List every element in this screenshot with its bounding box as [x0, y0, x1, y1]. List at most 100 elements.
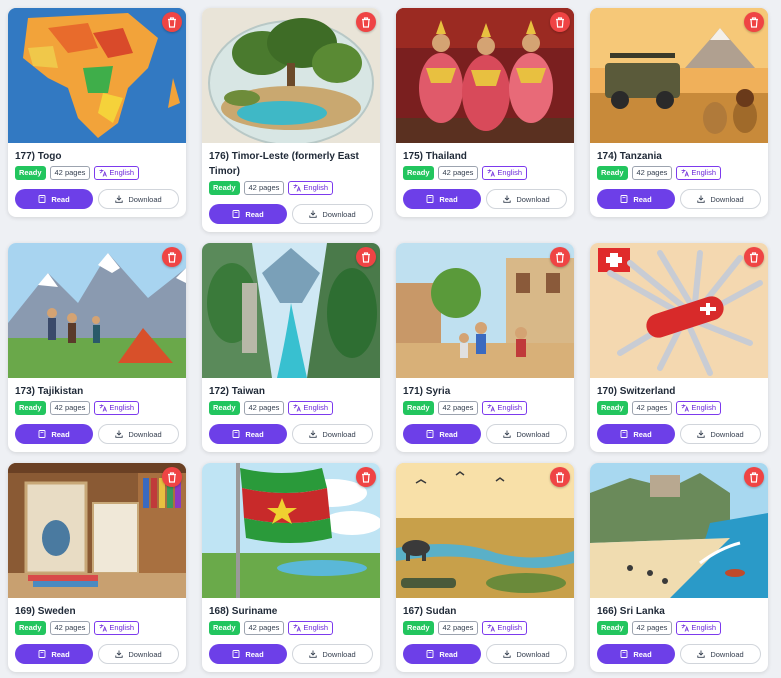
cover-image-togo[interactable] — [8, 8, 186, 143]
book-title: 174) Tanzania — [597, 151, 662, 162]
download-button[interactable]: Download — [486, 644, 567, 664]
read-button[interactable]: Read — [209, 204, 287, 224]
read-button[interactable]: Read — [403, 644, 481, 664]
trash-icon — [168, 471, 176, 483]
book-icon — [620, 430, 628, 438]
book-title: 173) Tajikistan — [15, 386, 84, 397]
download-button[interactable]: Download — [292, 204, 373, 224]
delete-button[interactable] — [550, 12, 570, 32]
language-badge: English — [676, 166, 721, 180]
download-button[interactable]: Download — [486, 189, 567, 209]
read-label: Read — [245, 209, 264, 219]
book-icon — [38, 430, 46, 438]
pages-badge: 42 pages — [631, 166, 673, 180]
book-title: 168) Suriname — [209, 606, 278, 617]
download-icon — [503, 650, 511, 658]
download-icon — [697, 650, 705, 658]
download-label: Download — [710, 194, 744, 204]
language-badge: English — [482, 166, 527, 180]
download-label: Download — [516, 194, 550, 204]
read-button[interactable]: Read — [15, 424, 93, 444]
language-label: English — [691, 168, 716, 177]
read-label: Read — [633, 429, 652, 439]
language-badge: English — [482, 401, 527, 415]
status-badge: Ready — [403, 621, 434, 635]
book-card-switzerland: 170) Switzerland Ready 42 pages English … — [590, 243, 768, 452]
book-card-taiwan: 172) Taiwan Ready 42 pages English Read … — [202, 243, 380, 452]
read-button[interactable]: Read — [597, 644, 675, 664]
book-title: 172) Taiwan — [209, 386, 265, 397]
language-label: English — [109, 168, 134, 177]
download-button[interactable]: Download — [680, 189, 761, 209]
download-icon — [503, 195, 511, 203]
delete-button[interactable] — [550, 247, 570, 267]
download-label: Download — [322, 209, 356, 219]
delete-button[interactable] — [744, 12, 764, 32]
download-button[interactable]: Download — [98, 189, 179, 209]
pages-badge: 42 pages — [631, 621, 673, 635]
status-badge: Ready — [597, 401, 628, 415]
delete-button[interactable] — [356, 247, 376, 267]
cover-image-sudan[interactable] — [396, 463, 574, 598]
download-button[interactable]: Download — [680, 424, 761, 444]
delete-button[interactable] — [162, 247, 182, 267]
translate-icon — [681, 169, 690, 177]
read-label: Read — [439, 194, 458, 204]
book-card-syria: 171) Syria Ready 42 pages English Read D… — [396, 243, 574, 452]
cover-image-syria[interactable] — [396, 243, 574, 378]
read-button[interactable]: Read — [403, 189, 481, 209]
book-icon — [426, 195, 434, 203]
read-label: Read — [51, 194, 70, 204]
cover-image-thailand[interactable] — [396, 8, 574, 143]
download-button[interactable]: Download — [292, 424, 373, 444]
translate-icon — [487, 404, 496, 412]
read-button[interactable]: Read — [15, 189, 93, 209]
trash-icon — [362, 16, 370, 28]
download-label: Download — [322, 649, 356, 659]
read-button[interactable]: Read — [597, 189, 675, 209]
cover-image-suriname[interactable] — [202, 463, 380, 598]
read-button[interactable]: Read — [15, 644, 93, 664]
download-button[interactable]: Download — [292, 644, 373, 664]
language-badge: English — [94, 401, 139, 415]
cover-image-sweden[interactable] — [8, 463, 186, 598]
cover-image-sri-lanka[interactable] — [590, 463, 768, 598]
pages-badge: 42 pages — [49, 401, 91, 415]
read-button[interactable]: Read — [403, 424, 481, 444]
read-button[interactable]: Read — [209, 424, 287, 444]
book-icon — [38, 195, 46, 203]
cover-image-switzerland[interactable] — [590, 243, 768, 378]
delete-button[interactable] — [356, 467, 376, 487]
download-icon — [697, 430, 705, 438]
pages-badge: 42 pages — [631, 401, 673, 415]
delete-button[interactable] — [550, 467, 570, 487]
download-button[interactable]: Download — [680, 644, 761, 664]
read-button[interactable]: Read — [597, 424, 675, 444]
status-badge: Ready — [15, 401, 46, 415]
read-label: Read — [51, 429, 70, 439]
cover-image-timor-leste[interactable] — [202, 8, 380, 143]
download-button[interactable]: Download — [98, 424, 179, 444]
download-icon — [309, 210, 317, 218]
status-badge: Ready — [209, 181, 240, 195]
delete-button[interactable] — [162, 467, 182, 487]
delete-button[interactable] — [162, 12, 182, 32]
read-button[interactable]: Read — [209, 644, 287, 664]
cover-image-tajikistan[interactable] — [8, 243, 186, 378]
download-button[interactable]: Download — [486, 424, 567, 444]
book-card-sudan: 167) Sudan Ready 42 pages English Read D… — [396, 463, 574, 672]
download-label: Download — [516, 429, 550, 439]
cover-image-taiwan[interactable] — [202, 243, 380, 378]
language-badge: English — [482, 621, 527, 635]
book-icon — [232, 650, 240, 658]
delete-button[interactable] — [356, 12, 376, 32]
cover-image-tanzania[interactable] — [590, 8, 768, 143]
delete-button[interactable] — [744, 247, 764, 267]
language-label: English — [303, 623, 328, 632]
download-label: Download — [516, 649, 550, 659]
language-badge: English — [94, 166, 139, 180]
trash-icon — [362, 251, 370, 263]
download-button[interactable]: Download — [98, 644, 179, 664]
delete-button[interactable] — [744, 467, 764, 487]
language-badge: English — [676, 621, 721, 635]
